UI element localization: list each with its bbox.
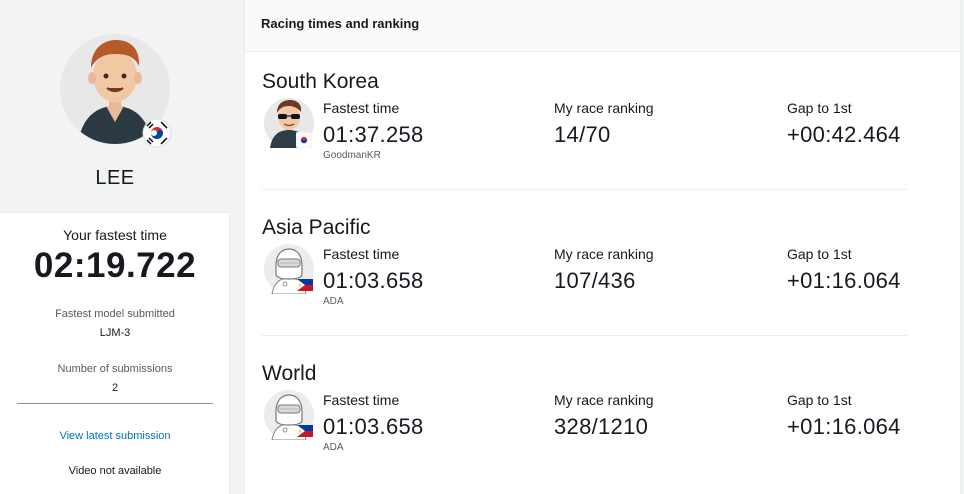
ranking-column: My race ranking 328/1210 (554, 392, 654, 440)
gap-value: +00:42.464 (787, 122, 901, 147)
fastest-time-label: Fastest time (323, 246, 400, 262)
fastest-time-label: Your fastest time (63, 227, 167, 243)
fastest-time-label: Fastest time (323, 100, 400, 116)
ranking-section-asia-pacific: Asia Pacific Fastest time 01:03.658 ADA (262, 216, 907, 336)
philippines-flag-icon (297, 425, 313, 437)
fastest-time-column: Fastest time 01:03.658 ADA (323, 392, 424, 453)
ranking-section-world: World Fastest time 01:03.658 ADA My race… (262, 362, 907, 482)
fastest-time-value: 01:03.658 (323, 414, 424, 439)
fastest-racer-name: ADA (323, 296, 344, 307)
section-divider (262, 189, 907, 190)
gap-column: Gap to 1st +00:42.464 (787, 100, 901, 148)
model-value: LJM-3 (99, 327, 131, 339)
submissions-label: Number of submissions (57, 363, 173, 375)
ranking-column: My race ranking 107/436 (554, 246, 654, 294)
section-title: World (262, 362, 317, 385)
ranking-value: 328/1210 (554, 414, 649, 439)
gap-column: Gap to 1st +01:16.064 (787, 246, 901, 294)
ranking-value: 107/436 (554, 268, 636, 293)
racer-helmet-avatar-icon (264, 244, 314, 295)
panel-title: Racing times and ranking (245, 0, 960, 52)
gap-label: Gap to 1st (787, 392, 852, 408)
fastest-time-column: Fastest time 01:03.658 ADA (323, 246, 424, 307)
ranking-value: 14/70 (554, 122, 611, 147)
ranking-label: My race ranking (554, 392, 654, 408)
profile-name: LEE (95, 167, 135, 189)
model-label: Fastest model submitted (55, 308, 175, 320)
fastest-time-column: Fastest time 01:37.258 GoodmanKR (323, 100, 424, 161)
profile-divider (17, 403, 213, 404)
section-title: Asia Pacific (262, 216, 371, 239)
gap-value: +01:16.064 (787, 268, 901, 293)
south-korea-flag-icon (296, 132, 312, 148)
racing-times-panel: Racing times and ranking South Korea Fas… (244, 0, 961, 494)
profile-header: LEE (0, 0, 230, 213)
fastest-time-label: Fastest time (323, 392, 400, 408)
gap-value: +01:16.064 (787, 414, 901, 439)
section-divider (262, 335, 907, 336)
fastest-racer-name: GoodmanKR (323, 150, 381, 161)
fastest-time-value: 02:19.722 (33, 246, 197, 285)
gap-column: Gap to 1st +01:16.064 (787, 392, 901, 440)
fastest-time-value: 01:37.258 (323, 122, 424, 147)
racer-avatar-icon (264, 98, 314, 148)
ranking-section-south-korea: South Korea Fastest time 01:37.258 Goodm (262, 70, 907, 190)
gap-label: Gap to 1st (787, 100, 852, 116)
gap-label: Gap to 1st (787, 246, 852, 262)
ranking-label: My race ranking (554, 100, 654, 116)
section-title: South Korea (262, 70, 379, 93)
fastest-racer-name: ADA (323, 442, 344, 453)
submissions-value: 2 (111, 382, 119, 394)
fastest-time-value: 01:03.658 (323, 268, 424, 293)
profile-avatar (60, 34, 172, 148)
video-status: Video not available (68, 465, 162, 477)
south-korea-flag-icon (142, 118, 172, 148)
ranking-label: My race ranking (554, 246, 654, 262)
philippines-flag-icon (297, 279, 313, 291)
racer-helmet-avatar-icon (264, 390, 314, 441)
profile-card: LEE Your fastest time 02:19.722 Fastest … (0, 0, 230, 494)
ranking-column: My race ranking 14/70 (554, 100, 654, 148)
view-latest-submission-link[interactable]: View latest submission (0, 430, 230, 442)
